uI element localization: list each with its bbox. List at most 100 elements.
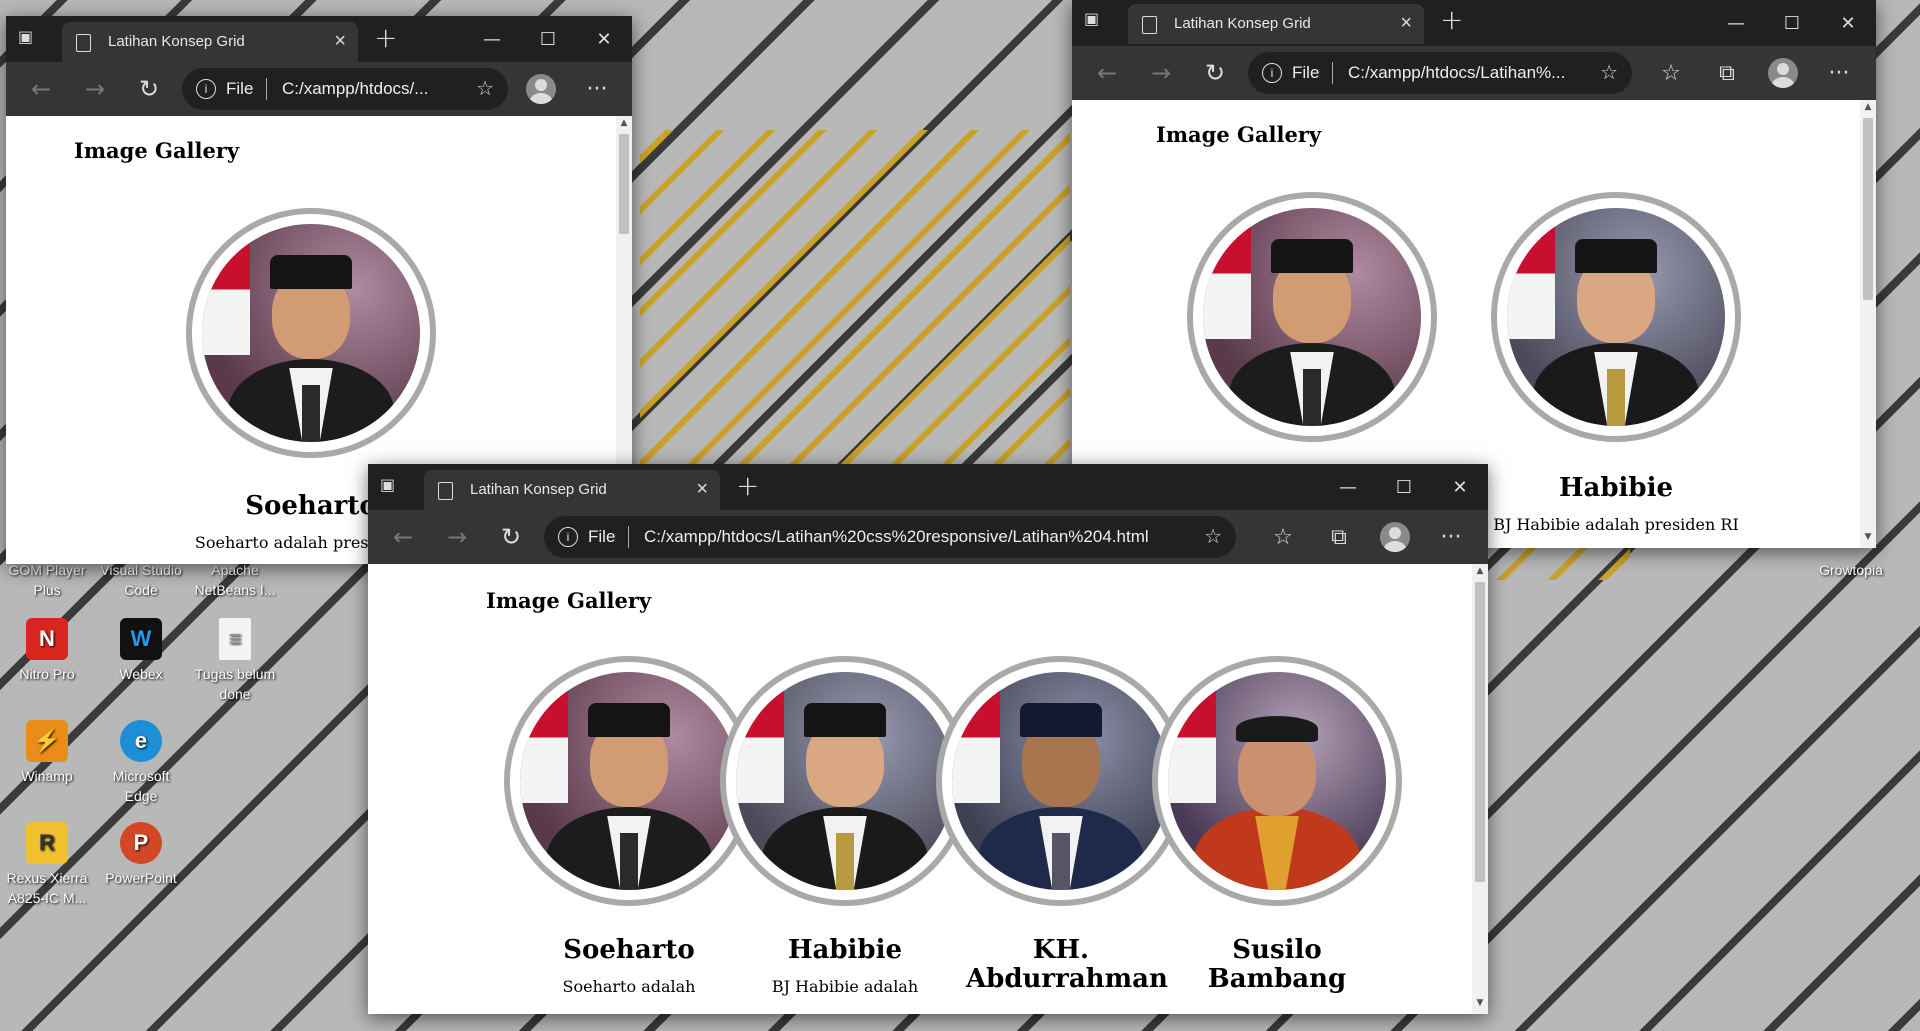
forward-icon[interactable]: → [80,74,110,104]
refresh-icon[interactable]: ↻ [1200,58,1230,88]
person-description: Soeharto adalah [562,977,696,996]
address-separator [266,78,267,100]
gallery-card: Soeharto Soeharto adalah [504,656,754,996]
profile-avatar[interactable] [526,74,556,104]
toolbar: ← → ↻ i File C:/xampp/htdocs/Latihan%20c… [368,510,1488,564]
refresh-icon[interactable]: ↻ [496,522,526,552]
more-menu-icon[interactable]: ··· [1436,522,1466,552]
tab-latihan-konsep-grid[interactable]: Latihan Konsep Grid × [1128,4,1424,44]
close-window-icon[interactable]: ✕ [576,16,632,62]
new-tab-button[interactable]: + [736,472,759,500]
favorite-add-icon[interactable]: ☆ [1204,524,1222,549]
toolbar: ← → ↻ i File C:/xampp/htdocs/... ☆ ··· [6,62,632,116]
gallery-title: Image Gallery [74,138,240,163]
tab-bar: ▣ Latihan Konsep Grid × + — ☐ ✕ [6,16,632,62]
address-bar[interactable]: i File C:/xampp/htdocs/Latihan%... ☆ [1248,52,1632,94]
address-bar[interactable]: i File C:/xampp/htdocs/Latihan%20css%20r… [544,516,1236,558]
desktop-icon-powerpoint[interactable]: P PowerPoint [96,822,186,888]
desktop-icon-label: Nitro Pro [19,666,75,682]
maximize-icon[interactable]: ☐ [1764,0,1820,46]
scroll-down-icon[interactable]: ▼ [1472,998,1488,1012]
back-icon[interactable]: ← [388,522,418,552]
maximize-icon[interactable]: ☐ [1376,464,1432,510]
profile-avatar[interactable] [1768,58,1798,88]
desktop-icon-label: Visual Studio Code [100,562,182,598]
favorites-icon[interactable]: ☆ [1268,522,1298,552]
collections-icon[interactable]: ⧉ [1712,58,1742,88]
gallery-card: Habibie BJ Habibie adalah [720,656,970,996]
favorite-add-icon[interactable]: ☆ [476,76,494,101]
maximize-icon[interactable]: ☐ [520,16,576,62]
desktop-icon-netbeans[interactable]: Apache NetBeans I... [190,560,280,600]
desktop-icon-nitro-pro[interactable]: N Nitro Pro [2,618,92,684]
scroll-thumb[interactable] [1475,582,1485,882]
minimize-icon[interactable]: — [1708,0,1764,46]
tab-actions-icon[interactable]: ▣ [18,27,42,51]
scroll-up-icon[interactable]: ▲ [616,118,632,132]
favorites-icon[interactable]: ☆ [1656,58,1686,88]
vertical-scrollbar[interactable]: ▲ ▼ [1860,100,1876,548]
more-menu-icon[interactable]: ··· [582,74,612,104]
scheme-label: File [226,79,254,98]
forward-icon[interactable]: → [442,522,472,552]
gallery-card [1182,192,1442,442]
wallpaper-gold-stripes [640,130,1070,470]
gallery-card: Susilo Bambang [1152,656,1402,994]
tab-actions-icon[interactable]: ▣ [1084,9,1108,33]
refresh-icon[interactable]: ↻ [134,74,164,104]
minimize-icon[interactable]: — [464,16,520,62]
new-tab-button[interactable]: + [374,24,397,52]
scroll-up-icon[interactable]: ▲ [1472,566,1488,580]
close-window-icon[interactable]: ✕ [1432,464,1488,510]
desktop-icon-gom-player[interactable]: GOM Player Plus [2,560,92,600]
address-bar[interactable]: i File C:/xampp/htdocs/... ☆ [182,68,508,110]
scheme-label: File [1292,63,1320,82]
close-tab-icon[interactable]: × [1400,12,1412,35]
desktop-icon-label: Microsoft Edge [112,768,170,804]
back-icon[interactable]: ← [26,74,56,104]
tab-title: Latihan Konsep Grid [1174,15,1311,32]
desktop-icon-tugas[interactable]: ≡ Tugas belum done [190,618,280,704]
new-tab-button[interactable]: + [1440,6,1463,34]
tab-actions-icon[interactable]: ▣ [380,475,404,499]
desktop-icon-webex[interactable]: W Webex [96,618,186,684]
close-tab-icon[interactable]: × [334,30,346,53]
info-icon[interactable]: i [196,79,216,99]
close-window-icon[interactable]: ✕ [1820,0,1876,46]
info-icon[interactable]: i [1262,63,1282,83]
desktop-icon-winamp[interactable]: ⚡ Winamp [2,720,92,786]
scroll-thumb[interactable] [1863,118,1873,300]
url-text: C:/xampp/htdocs/... [282,79,429,98]
forward-icon[interactable]: → [1146,58,1176,88]
tab-latihan-konsep-grid[interactable]: Latihan Konsep Grid × [424,470,720,510]
profile-avatar[interactable] [1380,522,1410,552]
back-icon[interactable]: ← [1092,58,1122,88]
tab-title: Latihan Konsep Grid [108,33,245,50]
portrait-frame [1152,656,1402,906]
scroll-down-icon[interactable]: ▼ [1860,532,1876,546]
gallery-card: KH. Abdurrahman [936,656,1186,994]
close-tab-icon[interactable]: × [696,478,708,501]
scroll-thumb[interactable] [619,134,629,234]
page-icon [1142,16,1157,34]
desktop-icon-growtopia[interactable]: Growtopia [1806,560,1896,580]
desktop-icon-rexus[interactable]: R Rexus Xierra A825-IC M... [2,822,92,908]
page-icon [76,34,91,52]
minimize-icon[interactable]: — [1320,464,1376,510]
powerpoint-icon: P [120,822,162,864]
webex-icon: W [120,618,162,660]
page-icon [438,482,453,500]
vertical-scrollbar[interactable]: ▲ ▼ [1472,564,1488,1014]
portrait-frame [936,656,1186,906]
more-menu-icon[interactable]: ··· [1824,58,1854,88]
desktop-icon-vscode[interactable]: Visual Studio Code [96,560,186,600]
desktop-icon-edge[interactable]: e Microsoft Edge [96,720,186,806]
collections-icon[interactable]: ⧉ [1324,522,1354,552]
desktop-icon-label: Apache NetBeans I... [194,562,276,598]
tab-latihan-konsep-grid[interactable]: Latihan Konsep Grid × [62,22,358,62]
scroll-up-icon[interactable]: ▲ [1860,102,1876,116]
info-icon[interactable]: i [558,527,578,547]
portrait-soeharto [1203,208,1421,426]
address-separator [628,526,629,548]
favorite-add-icon[interactable]: ☆ [1600,60,1618,85]
